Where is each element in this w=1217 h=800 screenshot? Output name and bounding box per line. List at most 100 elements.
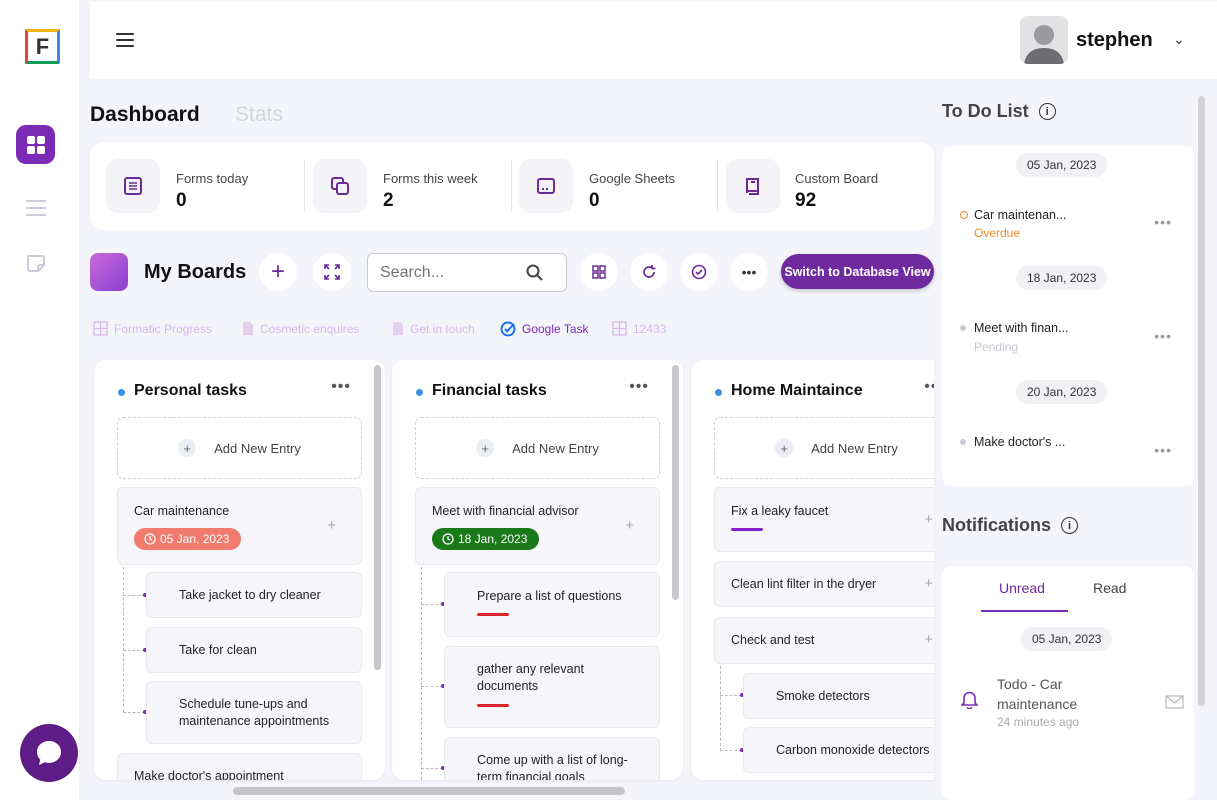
column-more-icon[interactable]: ••• bbox=[924, 378, 934, 396]
task-card[interactable]: Fix a leaky faucet + bbox=[714, 487, 934, 552]
search-icon[interactable] bbox=[526, 264, 544, 282]
horizontal-scrollbar[interactable] bbox=[233, 787, 625, 795]
table-icon bbox=[93, 321, 108, 336]
subtask-card[interactable]: Take for clean bbox=[146, 627, 362, 673]
chevron-down-icon[interactable]: ⌄ bbox=[1173, 31, 1185, 48]
more-options-button[interactable]: ••• bbox=[730, 253, 768, 291]
notes-nav-button[interactable] bbox=[16, 243, 55, 282]
subtask-connector bbox=[123, 650, 145, 651]
refresh-button[interactable] bbox=[630, 253, 668, 291]
tab-read[interactable]: Read bbox=[1093, 580, 1126, 596]
board-tab-get-in-touch[interactable]: Get in touch bbox=[392, 321, 475, 336]
subtask-card[interactable]: Schedule tune-ups and maintenance appoin… bbox=[146, 681, 362, 744]
subtask-card[interactable]: Smoke detectors bbox=[743, 673, 934, 719]
switch-database-view-button[interactable]: Switch to Database View bbox=[781, 254, 934, 289]
board-tab-google-task[interactable]: Google Task bbox=[500, 321, 589, 337]
grid-view-button[interactable] bbox=[580, 253, 618, 291]
google-tasks-icon bbox=[500, 321, 516, 337]
todo-more-icon[interactable]: ••• bbox=[1154, 214, 1172, 230]
stat-label: Custom Board bbox=[795, 171, 879, 186]
subtask-card[interactable]: Take jacket to dry cleaner bbox=[146, 572, 362, 618]
info-icon[interactable]: i bbox=[1038, 103, 1056, 120]
subtask-card[interactable]: gather any relevant documents bbox=[444, 646, 660, 728]
chat-button[interactable] bbox=[20, 724, 78, 782]
subtask-connector bbox=[421, 567, 422, 780]
column-more-icon[interactable]: ••• bbox=[331, 378, 351, 396]
subtask-connector bbox=[421, 686, 443, 687]
todo-item[interactable]: Make doctor's ... bbox=[974, 435, 1065, 449]
todo-more-icon[interactable]: ••• bbox=[1154, 442, 1172, 458]
add-new-entry-button[interactable]: + Add New Entry bbox=[714, 417, 934, 479]
notifications-panel: Unread Read 05 Jan, 2023 Todo - Car main… bbox=[942, 566, 1194, 800]
add-new-entry-button[interactable]: + Add New Entry bbox=[117, 417, 362, 479]
add-board-button[interactable]: + bbox=[259, 253, 297, 291]
app-logo[interactable]: F bbox=[25, 29, 60, 64]
add-subtask-icon[interactable]: + bbox=[327, 517, 336, 534]
avatar[interactable] bbox=[1020, 16, 1068, 64]
column-color-dot bbox=[118, 389, 125, 396]
search-input[interactable] bbox=[380, 264, 530, 282]
stat-label: Forms today bbox=[176, 171, 249, 186]
add-subtask-icon[interactable]: + bbox=[625, 517, 634, 534]
plus-icon: + bbox=[178, 439, 197, 457]
board-column-financial-tasks: Financial tasks ••• + Add New Entry Meet… bbox=[392, 360, 683, 780]
status-dot bbox=[960, 211, 968, 219]
clock-icon bbox=[144, 533, 156, 545]
right-panel-scrollbar[interactable] bbox=[1198, 96, 1205, 706]
chat-bubble-icon bbox=[37, 741, 61, 765]
user-avatar-icon bbox=[1020, 16, 1068, 64]
subtask-card[interactable]: Carbon monoxide detectors bbox=[743, 727, 934, 773]
tab-unread[interactable]: Unread bbox=[999, 580, 1045, 596]
card-title: Make doctor's appointment bbox=[134, 769, 284, 780]
todo-more-icon[interactable]: ••• bbox=[1154, 328, 1172, 344]
plus-icon: + bbox=[476, 439, 495, 457]
book-icon bbox=[726, 159, 780, 213]
todo-item[interactable]: Car maintenan... bbox=[974, 208, 1066, 222]
stat-value: 92 bbox=[795, 190, 817, 211]
todo-panel: 05 Jan, 2023 Car maintenan... Overdue ••… bbox=[942, 146, 1194, 486]
tab-dashboard[interactable]: Dashboard bbox=[90, 103, 200, 127]
note-icon bbox=[26, 254, 45, 272]
column-title: Home Maintaince bbox=[731, 382, 863, 399]
todo-item[interactable]: Meet with finan... bbox=[974, 321, 1069, 335]
expand-button[interactable] bbox=[313, 253, 351, 291]
board-column-home-maintaince: Home Maintaince ••• + Add New Entry Fix … bbox=[691, 360, 934, 780]
board-tab-formatic-progress[interactable]: Formatic Progress bbox=[93, 321, 212, 336]
add-subtask-icon[interactable]: + bbox=[924, 575, 933, 592]
column-scrollbar[interactable] bbox=[374, 365, 381, 670]
board-thumbnail[interactable] bbox=[90, 253, 128, 291]
notification-title[interactable]: Todo - Car maintenance bbox=[997, 674, 1117, 714]
board-tab-cosmetic-enquires[interactable]: Cosmetic enquires bbox=[242, 321, 359, 336]
info-icon[interactable]: i bbox=[1061, 517, 1079, 534]
priority-bar bbox=[477, 704, 509, 707]
menu-toggle-button[interactable] bbox=[116, 33, 134, 47]
tab-stats[interactable]: Stats bbox=[235, 103, 283, 127]
grid-icon bbox=[26, 135, 45, 154]
add-subtask-icon[interactable]: + bbox=[924, 511, 933, 528]
subtask-connector bbox=[720, 695, 742, 696]
column-more-icon[interactable]: ••• bbox=[629, 378, 649, 396]
subtask-card[interactable]: Prepare a list of questions bbox=[444, 572, 660, 637]
add-new-entry-button[interactable]: + Add New Entry bbox=[415, 417, 660, 479]
task-card[interactable]: Check and test + bbox=[714, 617, 934, 664]
subtask-card[interactable]: Come up with a list of long-term financi… bbox=[444, 737, 660, 780]
board-tab-12433[interactable]: 12433 bbox=[612, 321, 666, 336]
mail-icon[interactable] bbox=[1165, 695, 1184, 709]
column-title: Financial tasks bbox=[432, 382, 547, 399]
table-icon bbox=[612, 321, 627, 336]
dashboard-nav-button[interactable] bbox=[16, 125, 55, 164]
list-nav-button[interactable] bbox=[16, 188, 55, 227]
add-subtask-icon[interactable]: + bbox=[924, 631, 933, 648]
column-scrollbar[interactable] bbox=[672, 365, 679, 600]
user-name[interactable]: stephen bbox=[1076, 29, 1153, 52]
task-card[interactable]: Clean lint filter in the dryer + bbox=[714, 561, 934, 607]
list-icon bbox=[106, 159, 160, 213]
check-button[interactable] bbox=[680, 253, 718, 291]
board-search[interactable] bbox=[367, 253, 567, 292]
task-card[interactable]: Car maintenance + 05 Jan, 2023 bbox=[117, 487, 362, 565]
document-icon bbox=[243, 322, 253, 335]
card-title: Fix a leaky faucet bbox=[731, 504, 829, 518]
task-card[interactable]: Meet with financial advisor + 18 Jan, 20… bbox=[415, 487, 660, 565]
task-card[interactable]: Make doctor's appointment bbox=[117, 753, 362, 780]
due-date-badge: 18 Jan, 2023 bbox=[432, 528, 540, 550]
